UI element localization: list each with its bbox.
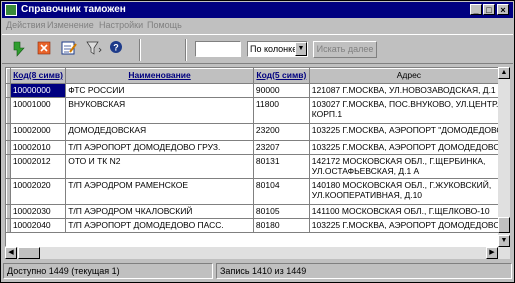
search-input[interactable]	[195, 41, 241, 57]
cell-address[interactable]: 141100 МОСКОВСКАЯ ОБЛ., Г.ЩЕЛКОВО-10	[308, 204, 509, 219]
scroll-down-icon[interactable]: ▼	[498, 235, 510, 247]
cell-code8[interactable]: 10002010	[9, 140, 67, 155]
status-record: Запись 1410 из 1449	[216, 263, 512, 279]
horizontal-scrollbar[interactable]: ◀ ▶	[5, 247, 510, 259]
cell-code8[interactable]: 10001000	[9, 97, 67, 124]
table-row[interactable]: 10002040 Т/П АЭРОПОРТ ДОМОДЕДОВО ПАСС. 8…	[6, 218, 509, 233]
app-icon	[5, 4, 17, 16]
cell-code8[interactable]: 10002012	[9, 154, 67, 179]
cell-code5[interactable]: 90000	[252, 83, 310, 98]
customs-table: Код(8 симв) Наименование Код(5 симв) Адр…	[5, 67, 510, 247]
minimize-button[interactable]: _	[470, 4, 482, 15]
window-title: Справочник таможен	[21, 4, 126, 15]
help-icon[interactable]: ?	[107, 40, 125, 58]
search-next-button[interactable]: Искать далее	[313, 41, 377, 58]
column-select-value: По колонке	[250, 44, 298, 54]
cell-name[interactable]: ОТО И ТК N2	[65, 154, 254, 179]
cell-code8[interactable]: 10002040	[9, 218, 67, 233]
maximize-button[interactable]: □	[483, 4, 495, 15]
scroll-left-icon[interactable]: ◀	[5, 247, 17, 259]
add-icon[interactable]	[10, 40, 28, 58]
cell-code5[interactable]: 11800	[252, 97, 310, 124]
toolbar: ? По колонке ▼ Искать далее	[2, 34, 513, 64]
chevron-down-icon[interactable]: ▼	[295, 42, 307, 56]
table-row[interactable]: 10002012 ОТО И ТК N2 80131 142172 МОСКОВ…	[6, 154, 509, 179]
toolbar-separator	[185, 39, 187, 61]
cell-address[interactable]: 103225 Г.МОСКВА, АЭРОПОРТ "ДОМОДЕДОВО"	[308, 123, 509, 141]
vertical-scrollbar[interactable]: ▲ ▼	[498, 67, 510, 247]
toolbar-separator	[139, 39, 141, 61]
cell-code8[interactable]: 10000000	[9, 83, 67, 98]
cell-name[interactable]: ФТС РОССИИ	[65, 83, 254, 98]
cell-address[interactable]: 140180 МОСКОВСКАЯ ОБЛ., Г.ЖУКОВСКИЙ, УЛ.…	[308, 178, 509, 205]
cell-code5[interactable]: 80131	[252, 154, 310, 179]
delete-icon[interactable]	[35, 40, 53, 58]
cell-code8[interactable]: 10002030	[9, 204, 67, 219]
cell-code5[interactable]: 80105	[252, 204, 310, 219]
cell-address[interactable]: 121087 Г.МОСКВА, УЛ.НОВОЗАВОДСКАЯ, Д.1	[308, 83, 509, 98]
column-select[interactable]: По колонке ▼	[247, 41, 308, 57]
cell-code5[interactable]: 80180	[252, 218, 310, 233]
filter-icon[interactable]	[85, 40, 103, 58]
table-row[interactable]: 10002030 Т/П АЭРОДРОМ ЧКАЛОВСКИЙ 80105 1…	[6, 204, 509, 219]
cell-code5[interactable]: 23207	[252, 140, 310, 155]
table-row[interactable]: 10000000 ФТС РОССИИ 90000 121087 Г.МОСКВ…	[6, 83, 509, 98]
cell-name[interactable]: Т/П АЭРОДРОМ ЧКАЛОВСКИЙ	[65, 204, 254, 219]
cell-name[interactable]: ДОМОДЕДОВСКАЯ	[65, 123, 254, 141]
close-button[interactable]: ×	[497, 4, 509, 15]
cell-name[interactable]: Т/П АЭРОДРОМ РАМЕНСКОЕ	[65, 178, 254, 205]
customs-directory-window: Справочник таможен _ □ × Действия Измене…	[0, 0, 515, 283]
cell-code5[interactable]: 23200	[252, 123, 310, 141]
column-header-name[interactable]: Наименование	[65, 68, 254, 84]
cell-name[interactable]: ВНУКОВСКАЯ	[65, 97, 254, 124]
cell-name[interactable]: Т/П АЭРОПОРТ ДОМОДЕДОВО ГРУЗ.	[65, 140, 254, 155]
menu-help[interactable]: Помощь	[147, 20, 182, 30]
cell-code5[interactable]: 80104	[252, 178, 310, 205]
column-header-code8[interactable]: Код(8 симв)	[9, 68, 67, 84]
cell-address[interactable]: 103027 Г.МОСКВА, ПОС.ВНУКОВО, УЛ.ЦЕНТР. …	[308, 97, 509, 124]
horizontal-scroll-thumb[interactable]	[18, 247, 40, 259]
table-row[interactable]: 10002010 Т/П АЭРОПОРТ ДОМОДЕДОВО ГРУЗ. 2…	[6, 140, 509, 155]
vertical-scroll-thumb[interactable]	[498, 217, 510, 233]
table-row[interactable]: 10001000 ВНУКОВСКАЯ 11800 103027 Г.МОСКВ…	[6, 97, 509, 124]
cell-address[interactable]: 103225 Г.МОСКВА, АЭРОПОРТ ДОМОДЕДОВО	[308, 218, 509, 233]
scroll-right-icon[interactable]: ▶	[486, 247, 498, 259]
menu-bar: Действия Изменение Настройки Помощь	[2, 19, 513, 33]
menu-actions[interactable]: Действия	[6, 20, 45, 30]
status-available: Доступно 1449 (текущая 1)	[3, 263, 213, 279]
menu-settings[interactable]: Настройки	[99, 20, 143, 30]
scroll-up-icon[interactable]: ▲	[498, 67, 510, 79]
table-header-row: Код(8 симв) Наименование Код(5 симв) Адр…	[6, 68, 509, 84]
cell-address[interactable]: 103225 Г.МОСКВА, АЭРОПОРТ ДОМОДЕДОВО	[308, 140, 509, 155]
title-bar: Справочник таможен _ □ ×	[2, 2, 513, 18]
table-row[interactable]: 10002000 ДОМОДЕДОВСКАЯ 23200 103225 Г.МО…	[6, 123, 509, 141]
table: Код(8 симв) Наименование Код(5 симв) Адр…	[6, 68, 509, 233]
cell-address[interactable]: 142172 МОСКОВСКАЯ ОБЛ., Г.ЩЕРБИНКА, УЛ.О…	[308, 154, 509, 179]
edit-icon[interactable]	[60, 40, 78, 58]
column-header-address[interactable]: Адрес	[308, 68, 509, 84]
cell-code8[interactable]: 10002020	[9, 178, 67, 205]
column-header-code5[interactable]: Код(5 симв)	[252, 68, 310, 84]
cell-name[interactable]: Т/П АЭРОПОРТ ДОМОДЕДОВО ПАСС.	[65, 218, 254, 233]
menu-edit[interactable]: Изменение	[47, 20, 94, 30]
svg-text:?: ?	[113, 43, 119, 53]
table-row[interactable]: 10002020 Т/П АЭРОДРОМ РАМЕНСКОЕ 80104 14…	[6, 178, 509, 205]
cell-code8[interactable]: 10002000	[9, 123, 67, 141]
